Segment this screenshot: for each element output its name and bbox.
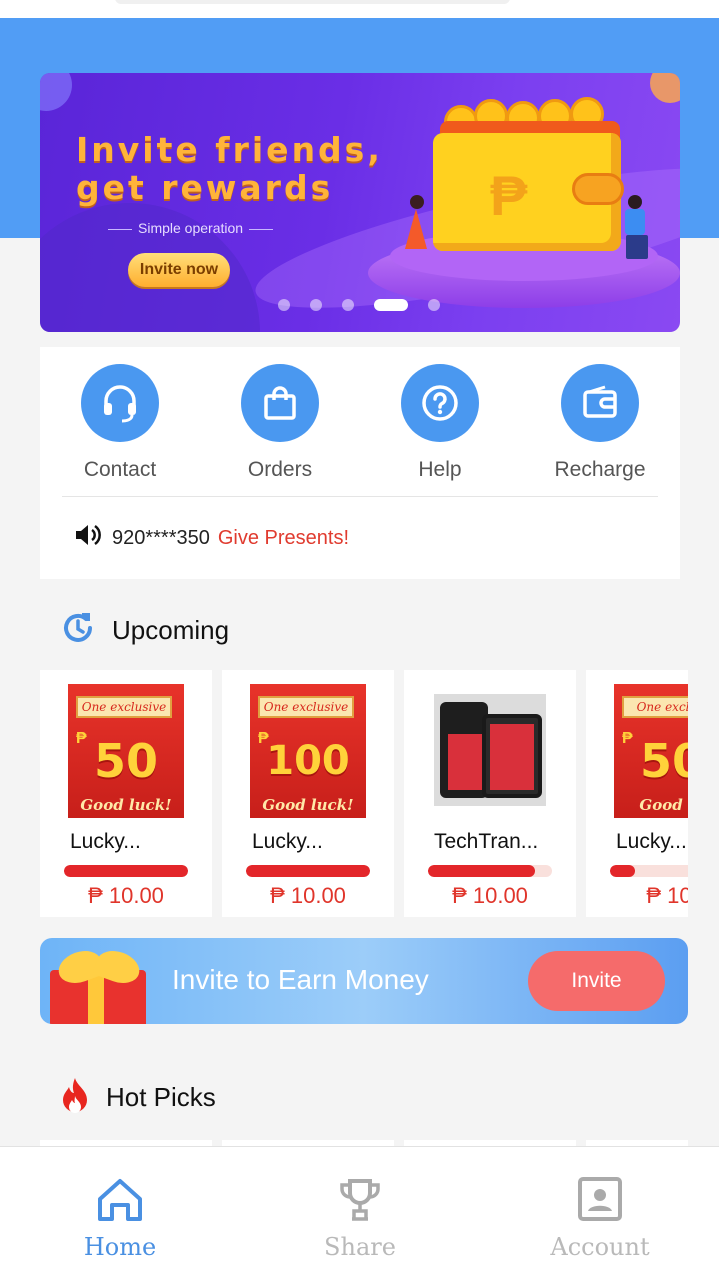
home-icon[interactable] (94, 1175, 146, 1225)
voucher-image: One exclus ₱ 50 Good lu (614, 684, 688, 818)
voucher-tagline: Good luck! (80, 796, 172, 814)
nav-home[interactable]: Home (40, 1175, 200, 1261)
section-title: Upcoming (112, 615, 230, 645)
flame-icon (60, 1076, 90, 1119)
quick-menu: Contact Orders Help Recharge 920****350 … (40, 347, 680, 579)
quick-item-label: Recharge (554, 458, 646, 481)
bottom-nav: Home Share Account (0, 1146, 719, 1283)
progress-fill (246, 865, 370, 877)
nav-label: Account (550, 1233, 650, 1261)
tool-kit-image (434, 694, 546, 806)
notice-bar: 920****350 Give Presents! (74, 523, 349, 553)
product-price: ₱ 10. (646, 883, 688, 908)
product-price: ₱ 10.00 (88, 883, 164, 908)
hot-picks-header: Hot Picks (60, 1076, 216, 1119)
nav-label: Share (324, 1233, 396, 1261)
voucher-image: One exclusive ₱ 100 Good luck! (250, 684, 366, 818)
notice-message: Give Presents! (217, 526, 350, 549)
voucher-ribbon: One exclusive (76, 696, 172, 718)
carousel-dot[interactable] (342, 299, 354, 311)
product-card[interactable]: One exclus ₱ 50 Good lu Lucky... ₱ 10. (586, 670, 688, 917)
progress-fill (64, 865, 188, 877)
banner-title-line1: Invite friends, (76, 130, 383, 169)
voucher-tagline: Good lu (639, 796, 688, 814)
product-name: Lucky... (70, 830, 141, 853)
banner-decor-orb (40, 73, 72, 111)
notice-number: 920****350 (112, 526, 210, 549)
banner-subtitle: Simple operation (102, 220, 279, 236)
search-pill[interactable] (115, 0, 510, 4)
carousel-dot-active[interactable] (374, 299, 408, 311)
question-icon[interactable] (401, 364, 479, 442)
voucher-image: One exclusive ₱ 50 Good luck! (68, 684, 184, 818)
nav-share[interactable]: Share (280, 1175, 440, 1261)
voucher-ribbon: One exclus (622, 696, 688, 718)
progress-fill (428, 865, 535, 877)
speaker-icon (74, 523, 102, 553)
voucher-amount: 100 (266, 738, 350, 784)
product-price: ₱ 10.00 (452, 883, 528, 908)
quick-item-recharge[interactable]: Recharge (535, 364, 665, 482)
banner-title: Invite friends, get rewards (76, 131, 383, 207)
trophy-icon[interactable] (334, 1175, 386, 1225)
wallet-icon[interactable] (561, 364, 639, 442)
progress-bar (610, 865, 688, 877)
progress-fill (610, 865, 635, 877)
upcoming-header: Upcoming (60, 610, 229, 651)
divider (62, 496, 658, 497)
top-search-bar-edge (0, 0, 719, 18)
banner-title-line2: get rewards (76, 168, 334, 207)
voucher-amount: 50 (93, 734, 158, 788)
quick-item-label: Help (418, 458, 462, 481)
clock-refresh-icon (60, 610, 96, 651)
progress-bar (428, 865, 552, 877)
carousel-dot[interactable] (310, 299, 322, 311)
voucher-ribbon: One exclusive (258, 696, 354, 718)
promo-banner[interactable]: Invite friends, get rewards Simple opera… (40, 73, 680, 332)
product-card[interactable]: TechTran... ₱ 10.00 (404, 670, 576, 917)
invite-button[interactable]: Invite (528, 951, 665, 1011)
progress-bar (64, 865, 188, 877)
banner-decor-orb (650, 73, 680, 103)
woman-illustration (405, 195, 427, 265)
progress-bar (246, 865, 370, 877)
shopping-bag-icon[interactable] (241, 364, 319, 442)
product-name: Lucky... (252, 830, 323, 853)
man-illustration (622, 195, 652, 265)
quick-item-label: Orders (247, 458, 313, 481)
quick-item-help[interactable]: Help (375, 364, 505, 482)
invite-earn-banner[interactable]: Invite to Earn Money Invite (40, 938, 688, 1024)
nav-account[interactable]: Account (520, 1175, 680, 1261)
headset-icon[interactable] (81, 364, 159, 442)
section-title: Hot Picks (106, 1082, 216, 1112)
product-name: TechTran... (434, 830, 539, 853)
voucher-tagline: Good luck! (262, 796, 354, 814)
product-name: Lucky... (616, 830, 687, 853)
quick-item-contact[interactable]: Contact (55, 364, 185, 482)
invite-now-button[interactable]: Invite now (128, 253, 230, 287)
carousel-dots[interactable] (278, 299, 460, 311)
product-card[interactable]: One exclusive ₱ 50 Good luck! Lucky... ₱… (40, 670, 212, 917)
carousel-dot[interactable] (428, 299, 440, 311)
peso-icon: ₱ (490, 164, 528, 227)
carousel-dot[interactable] (278, 299, 290, 311)
wallet-clasp-illustration (572, 173, 624, 205)
product-card[interactable]: One exclusive ₱ 100 Good luck! Lucky... … (222, 670, 394, 917)
product-price: ₱ 10.00 (270, 883, 346, 908)
voucher-amount: 50 (639, 734, 688, 788)
invite-earn-title: Invite to Earn Money (172, 964, 429, 995)
quick-item-orders[interactable]: Orders (215, 364, 345, 482)
account-icon[interactable] (574, 1175, 626, 1225)
upcoming-carousel[interactable]: One exclusive ₱ 50 Good luck! Lucky... ₱… (40, 670, 688, 918)
nav-label: Home (83, 1233, 157, 1261)
quick-item-label: Contact (83, 458, 157, 481)
